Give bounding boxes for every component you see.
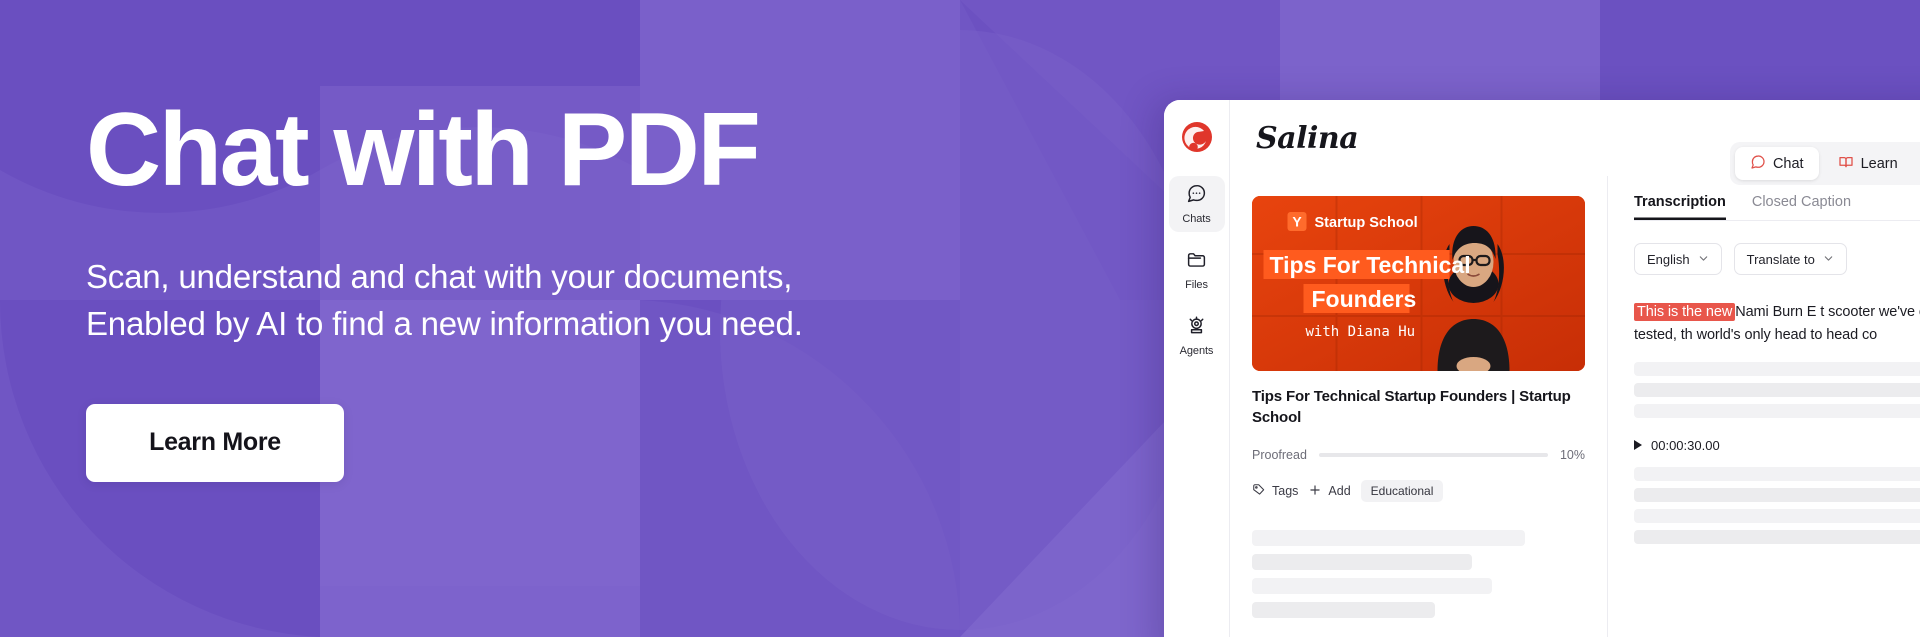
brand-wordmark: Salina	[1256, 120, 1359, 156]
app-main: Salina Chat Learn Y Startup School Tips …	[1230, 100, 1920, 637]
tab-transcription[interactable]: Transcription	[1634, 194, 1726, 220]
transcript-highlight: This is the new	[1634, 303, 1736, 321]
svg-text:Startup School: Startup School	[1315, 215, 1418, 231]
proofread-progress-track	[1318, 453, 1548, 458]
proofread-progress: Proofread 10%	[1252, 448, 1585, 462]
skeleton-line	[1634, 508, 1920, 523]
skeleton-line	[1252, 602, 1436, 619]
tab-learn[interactable]: Learn	[1823, 147, 1913, 180]
skeleton-line	[1634, 487, 1920, 502]
video-thumbnail[interactable]: Y Startup School Tips For Technical Foun…	[1252, 196, 1585, 371]
language-select-value: English	[1647, 251, 1690, 267]
transcript-paragraph: This is the new Nami Burn E t scooter we'…	[1634, 301, 1920, 348]
timestamp-value: 00:00:30.00	[1651, 437, 1720, 453]
mode-tab-group: Chat Learn	[1729, 142, 1920, 185]
add-tag-button[interactable]: Add	[1308, 483, 1351, 500]
skeleton-line	[1252, 554, 1472, 571]
transcript-body: This is the new Nami Burn E t scooter we'…	[1634, 301, 1920, 544]
proofread-percent: 10%	[1559, 448, 1585, 463]
language-select[interactable]: English	[1634, 243, 1722, 275]
tags-label: Tags	[1272, 484, 1299, 499]
hero-banner: Chat with PDF Scan, understand and chat …	[0, 0, 1920, 637]
tab-chat[interactable]: Chat	[1734, 147, 1819, 180]
folder-icon	[1186, 249, 1207, 275]
skeleton-line	[1634, 403, 1920, 418]
sidebar-item-chats[interactable]: Chats	[1168, 176, 1225, 232]
sidebar-item-files[interactable]: Files	[1169, 242, 1225, 298]
proofread-label: Proofread	[1252, 448, 1307, 463]
app-window-preview: Chats Files Agents Salina Chat Learn Y S…	[1164, 100, 1920, 637]
app-sidebar: Chats Files Agents	[1164, 100, 1230, 637]
skeleton-line	[1634, 466, 1920, 481]
hero-subtitle-line-1: Scan, understand and chat with your docu…	[86, 258, 793, 296]
hero-subtitle-line-2: Enabled by AI to find a new information …	[86, 305, 803, 343]
sidebar-item-agents-label: Agents	[1179, 345, 1214, 357]
sidebar-item-files-label: Files	[1185, 279, 1208, 291]
svg-text:Founders: Founders	[1312, 286, 1417, 312]
tags-row: Tags Add Educational	[1252, 480, 1585, 503]
skeleton-line	[1252, 530, 1526, 547]
chevron-down-icon	[1698, 252, 1709, 267]
page-title: Chat with PDF	[86, 92, 761, 208]
hero-content: Chat with PDF Scan, understand and chat …	[86, 96, 1096, 482]
hero-subtitle: Scan, understand and chat with your docu…	[86, 254, 1096, 348]
learn-more-button[interactable]: Learn More	[86, 403, 344, 482]
chat-bubble-dots-icon	[1186, 183, 1207, 209]
svg-text:Tips For Technical: Tips For Technical	[1270, 252, 1471, 278]
app-topbar: Salina Chat Learn	[1230, 100, 1920, 185]
transcript-timestamp[interactable]: 00:00:30.00	[1634, 438, 1920, 453]
skeleton-line	[1634, 529, 1920, 544]
transcript-column: Transcription Closed Caption English Tra…	[1608, 176, 1920, 637]
transcript-text-rest: Nami Burn E t	[1735, 304, 1825, 320]
video-card-column: Y Startup School Tips For Technical Foun…	[1230, 176, 1608, 637]
video-card[interactable]: Y Startup School Tips For Technical Foun…	[1252, 196, 1585, 619]
robot-head-icon	[1186, 315, 1207, 341]
transcript-controls: English Translate to	[1634, 243, 1920, 275]
salina-logo-icon	[1180, 120, 1214, 154]
transcript-skeleton-group-2	[1634, 466, 1920, 544]
plus-icon	[1308, 483, 1322, 500]
skeleton-line	[1634, 361, 1920, 376]
skeleton-line	[1634, 382, 1920, 397]
card-skeleton-placeholders	[1252, 530, 1585, 619]
tag-icon	[1252, 483, 1266, 500]
tags-button[interactable]: Tags	[1252, 483, 1298, 500]
translate-select[interactable]: Translate to	[1733, 243, 1847, 275]
play-icon	[1634, 440, 1642, 451]
book-icon	[1838, 154, 1854, 174]
transcript-tab-group: Transcription Closed Caption	[1634, 194, 1920, 221]
transcript-skeleton-group	[1634, 361, 1920, 418]
tab-learn-label: Learn	[1860, 155, 1898, 172]
svg-text:Y: Y	[1292, 214, 1302, 230]
sidebar-item-agents[interactable]: Agents	[1169, 308, 1225, 364]
video-card-title: Tips For Technical Startup Founders | St…	[1252, 388, 1571, 426]
add-label: Add	[1328, 484, 1351, 499]
translate-select-value: Translate to	[1746, 251, 1815, 267]
svg-text:with Diana Hu: with Diana Hu	[1306, 324, 1416, 340]
transcript-text-line3: world's only head to head co	[1696, 327, 1878, 344]
app-body: Y Startup School Tips For Technical Foun…	[1230, 176, 1920, 637]
tag-pill-educational[interactable]: Educational	[1360, 480, 1444, 503]
skeleton-line	[1252, 578, 1492, 595]
tab-chat-label: Chat	[1772, 155, 1804, 172]
chat-icon	[1750, 154, 1766, 174]
chevron-down-icon	[1823, 252, 1834, 267]
tab-closed-caption[interactable]: Closed Caption	[1752, 194, 1851, 220]
sidebar-item-chats-label: Chats	[1182, 213, 1211, 225]
